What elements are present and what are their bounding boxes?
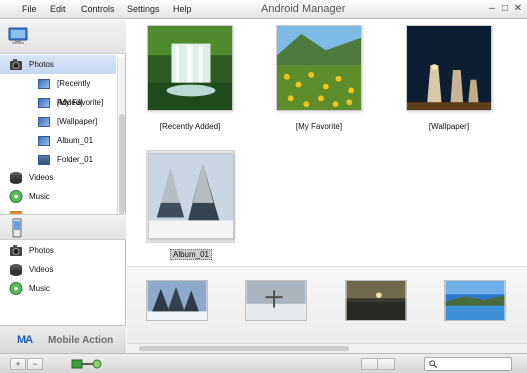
computer-icon — [8, 27, 28, 44]
film-reel-icon — [10, 172, 22, 184]
menu-edit[interactable]: Edit — [50, 4, 66, 14]
close-icon[interactable]: ✕ — [513, 3, 523, 14]
sidebar-item-phone-videos[interactable]: Videos — [0, 260, 116, 279]
music-cd-icon — [9, 190, 23, 203]
winter-field-thumb[interactable] — [245, 280, 307, 321]
search-input[interactable] — [424, 357, 512, 371]
album-caption-text: Album_01 — [169, 249, 213, 260]
sidebar-scrollbar[interactable] — [117, 57, 125, 233]
music-cd-icon — [9, 282, 23, 295]
album-icon — [38, 136, 50, 146]
blue-sky-lake-thumb[interactable] — [444, 280, 506, 321]
sidebar-item-label: Music — [29, 192, 50, 201]
album-label: [Wallpaper] — [57, 117, 98, 126]
camera-icon — [10, 245, 22, 256]
scrollbar-thumb[interactable] — [139, 346, 349, 351]
album-item-folder-01[interactable]: Folder_01 — [0, 150, 116, 169]
device-header-computer[interactable] — [0, 20, 126, 54]
snowy-trees-photo — [148, 153, 234, 239]
photo-grid: [Recently Added] [My Favorite] [Wallpape… — [127, 20, 527, 353]
maximize-icon[interactable]: □ — [500, 3, 510, 14]
night-towers-photo — [406, 25, 492, 111]
album-caption: [Recently Added] — [159, 122, 221, 131]
sunset-lake-thumb[interactable] — [345, 280, 407, 321]
album-icon — [38, 79, 50, 89]
sidebar-item-videos[interactable]: Videos — [0, 168, 116, 187]
minimize-icon[interactable]: – — [487, 3, 497, 14]
preview-strip — [127, 266, 527, 343]
app-title: Android Manager — [261, 3, 346, 15]
waterfall-photo — [147, 25, 233, 111]
sunflower-field-photo — [276, 25, 362, 111]
add-button[interactable]: + — [10, 358, 26, 370]
album-label: [My Favorite] — [57, 98, 104, 107]
snowy-trees-thumb[interactable] — [146, 280, 208, 321]
sidebar-item-label: Videos — [29, 173, 54, 182]
sidebar-item-audio-partial[interactable] — [0, 206, 116, 214]
camera-icon — [10, 59, 22, 70]
album-caption: [Wallpaper] — [428, 122, 470, 131]
sidebar-item-phone-music[interactable]: Music — [0, 279, 116, 298]
album-caption: [My Favorite] — [295, 122, 343, 131]
device-header-phone[interactable] — [0, 214, 126, 240]
remove-button[interactable]: − — [27, 358, 43, 370]
album-label: Album_01 — [57, 136, 94, 145]
phone-icon — [12, 218, 22, 238]
album-item-my-favorite[interactable]: [My Favorite] — [0, 93, 116, 112]
menubar: File Edit Controls Settings Help Android… — [0, 0, 527, 19]
brand-footer: MA Mobile Action — [0, 325, 126, 353]
menu-file[interactable]: File — [22, 4, 37, 14]
album-item-recently-added[interactable]: [Recently Added] — [0, 74, 116, 107]
menu-controls[interactable]: Controls — [81, 4, 115, 14]
menu-settings[interactable]: Settings — [127, 4, 160, 14]
sidebar: Photos [Recently Added] [My Favorite] [W… — [0, 20, 126, 353]
view-grid-button[interactable] — [377, 358, 395, 370]
sidebar-item-label: Photos — [29, 246, 54, 255]
folder-icon — [38, 155, 50, 165]
album-icon — [38, 117, 50, 127]
search-icon — [429, 360, 437, 368]
brand-name: Mobile Action — [48, 335, 114, 346]
album-caption-selected: Album_01 — [121, 249, 261, 260]
sidebar-item-photos[interactable]: Photos — [0, 55, 116, 74]
brand-logo: MA — [17, 334, 33, 346]
sidebar-item-phone-photos[interactable]: Photos — [0, 241, 116, 260]
album-label: Folder_01 — [57, 155, 94, 164]
sidebar-item-music[interactable]: Music — [0, 187, 116, 206]
menu-help[interactable]: Help — [173, 4, 192, 14]
device-connect-icon[interactable] — [71, 358, 103, 370]
sidebar-item-label: Photos — [29, 60, 54, 69]
film-reel-icon — [10, 264, 22, 276]
grid-horizontal-scrollbar[interactable] — [127, 343, 527, 353]
sidebar-item-label: Music — [29, 284, 50, 293]
album-item-album-01[interactable]: Album_01 — [0, 131, 116, 150]
sidebar-item-label: Videos — [29, 265, 54, 274]
bottom-toolbar: + − — [0, 353, 527, 373]
album-icon — [38, 98, 50, 108]
album-item-wallpaper[interactable]: [Wallpaper] — [0, 112, 116, 131]
